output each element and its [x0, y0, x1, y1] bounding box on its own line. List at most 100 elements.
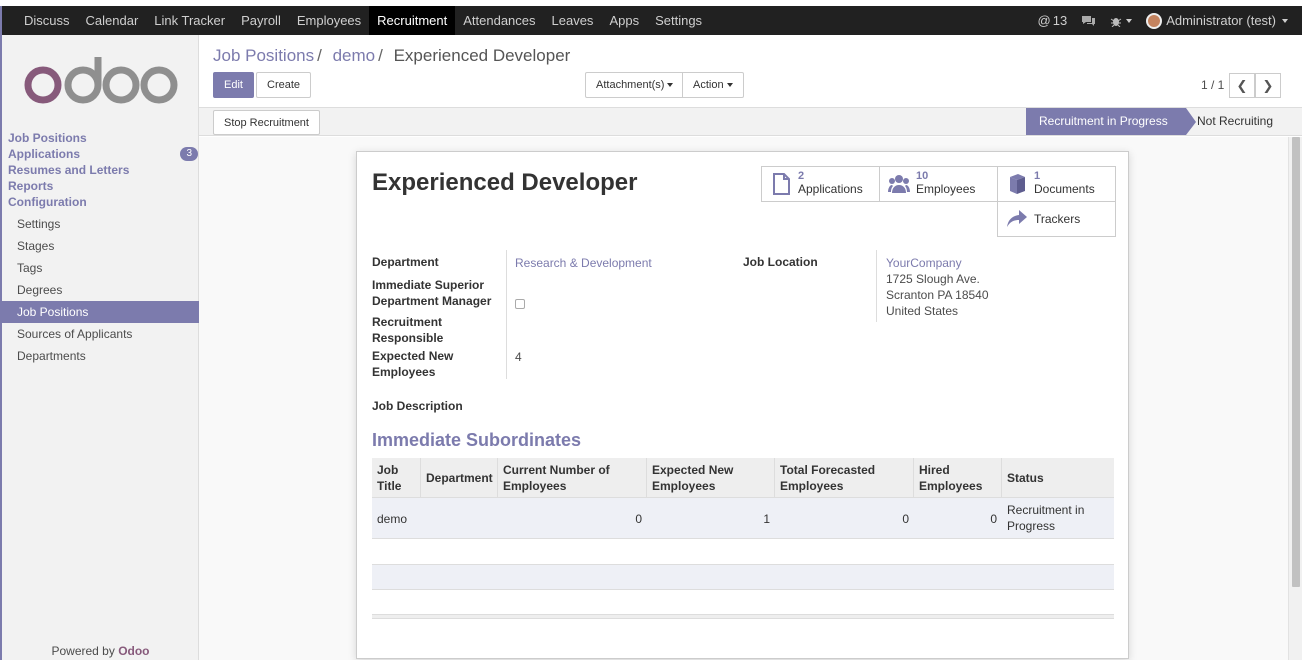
column-expected-employees[interactable]: Expected New Employees: [647, 458, 775, 498]
pager-value[interactable]: 1 / 1: [1201, 78, 1224, 92]
sidebar-item-stages[interactable]: Stages: [2, 235, 199, 257]
expected-value: 4: [515, 350, 522, 364]
menu-apps[interactable]: Apps: [601, 6, 647, 35]
table-row[interactable]: demo 0 1 0 0 Recruitment in Progress: [372, 498, 1114, 539]
applications-count-badge: 3: [180, 147, 198, 161]
user-menu[interactable]: Administrator (test): [1146, 12, 1288, 29]
trackers-smart-button[interactable]: Trackers: [997, 201, 1116, 237]
menu-leaves[interactable]: Leaves: [544, 6, 602, 35]
cell-job-title: demo: [377, 511, 408, 526]
book-icon: [1010, 174, 1025, 194]
form-sheet: Experienced Developer 2 Applications 10 …: [356, 151, 1129, 659]
sidebar-item-tags[interactable]: Tags: [2, 257, 199, 279]
menu-attendances[interactable]: Attendances: [455, 6, 543, 35]
powered-by-text: Powered by: [51, 644, 115, 658]
sidebar-item-resumes[interactable]: Resumes and Letters: [8, 162, 198, 178]
column-current-employees[interactable]: Current Number of Employees: [498, 458, 647, 498]
scrollbar-thumb[interactable]: [1292, 137, 1300, 587]
sidebar-item-departments[interactable]: Departments: [2, 345, 199, 367]
stop-recruitment-button[interactable]: Stop Recruitment: [213, 110, 320, 135]
applications-count: 2: [798, 170, 805, 182]
sidebar-main-menu: Job Positions Applications 3 Resumes and…: [8, 130, 198, 210]
sidebar-item-reports[interactable]: Reports: [8, 178, 198, 194]
menu-settings[interactable]: Settings: [647, 6, 710, 35]
menu-recruitment[interactable]: Recruitment: [369, 6, 456, 35]
employees-smart-button[interactable]: 10 Employees: [879, 166, 998, 202]
sidebar-item-sources[interactable]: Sources of Applicants: [2, 323, 199, 345]
breadcrumb-separator: /: [317, 46, 322, 65]
notifications-toggle[interactable]: @ 13: [1038, 13, 1068, 28]
stage-not-recruiting[interactable]: Not Recruiting: [1197, 108, 1273, 135]
sidebar-item-degrees[interactable]: Degrees: [2, 279, 199, 301]
menu-link-tracker[interactable]: Link Tracker: [146, 6, 233, 35]
column-job-title[interactable]: Job Title: [372, 458, 421, 498]
menu-discuss[interactable]: Discuss: [16, 6, 78, 35]
bug-icon: [1110, 17, 1122, 27]
messages-toggle[interactable]: [1081, 15, 1096, 27]
action-dropdown[interactable]: Action: [682, 72, 744, 98]
pager-previous-button[interactable]: ❮: [1229, 73, 1255, 98]
systray: @ 13 Administrator (test): [1038, 6, 1302, 35]
top-navbar: Discuss Calendar Link Tracker Payroll Em…: [0, 6, 1302, 35]
applications-label: Applications: [798, 182, 863, 196]
empty-row: [372, 565, 1114, 590]
attachments-label: Attachment(s): [596, 79, 665, 91]
superior-label: Immediate Superior Department Manager: [372, 278, 492, 308]
sidebar-item-config-job-positions[interactable]: Job Positions: [2, 301, 199, 323]
job-description-label: Job Description: [372, 399, 463, 413]
cell-department: [421, 498, 498, 539]
powered-by: Powered by Odoo: [2, 644, 199, 658]
field-divider: [506, 250, 507, 379]
table-header: Job Title Department Current Number of E…: [372, 458, 1114, 498]
column-total-forecasted[interactable]: Total Forecasted Employees: [775, 458, 914, 498]
form-view: Experienced Developer 2 Applications 10 …: [199, 137, 1288, 660]
file-icon: [773, 173, 790, 195]
vertical-scrollbar[interactable]: [1288, 137, 1302, 660]
column-hired-employees[interactable]: Hired Employees: [914, 458, 1002, 498]
breadcrumb-separator: /: [378, 46, 383, 65]
cell-hired-employees: 0: [990, 511, 997, 526]
cell-expected-employees: 1: [763, 511, 770, 526]
at-icon: @: [1037, 13, 1051, 28]
menu-payroll[interactable]: Payroll: [233, 6, 289, 35]
odoo-logo[interactable]: [24, 57, 178, 105]
powered-by-link[interactable]: Odoo: [118, 644, 149, 658]
trackers-label: Trackers: [1034, 212, 1081, 226]
employees-count: 10: [916, 170, 929, 182]
superior-checkbox[interactable]: [515, 299, 525, 309]
breadcrumb-demo[interactable]: demo: [333, 46, 376, 65]
breadcrumb: Job Positions / demo / Experienced Develop…: [213, 46, 570, 66]
documents-smart-button[interactable]: 1 Documents: [997, 166, 1116, 202]
attachments-dropdown[interactable]: Attachment(s): [585, 72, 685, 98]
empty-row: [372, 540, 1114, 565]
address-line-1: 1725 Slough Ave.: [886, 272, 980, 286]
create-button[interactable]: Create: [256, 72, 312, 98]
debug-toggle[interactable]: [1110, 15, 1133, 27]
chevron-down-icon: [726, 83, 733, 88]
sidebar-item-configuration[interactable]: Configuration: [8, 194, 198, 210]
stage-recruitment-in-progress[interactable]: Recruitment in Progress: [1026, 108, 1196, 135]
column-status[interactable]: Status: [1002, 458, 1114, 498]
menu-calendar[interactable]: Calendar: [78, 6, 147, 35]
address-line-2: Scranton PA 18540: [886, 288, 989, 302]
sidebar: Job Positions Applications 3 Resumes and…: [0, 35, 199, 660]
edit-button[interactable]: Edit: [213, 72, 254, 98]
column-department[interactable]: Department: [421, 458, 498, 498]
sidebar-item-settings[interactable]: Settings: [2, 213, 199, 235]
breadcrumb-current: Experienced Developer: [393, 46, 571, 65]
sidebar-item-applications[interactable]: Applications 3: [8, 146, 198, 162]
job-location-label: Job Location: [743, 255, 818, 269]
applications-smart-button[interactable]: 2 Applications: [761, 166, 880, 202]
documents-label: Documents: [1034, 182, 1095, 196]
employees-label: Employees: [916, 182, 976, 196]
subordinates-title: Immediate Subordinates: [372, 430, 582, 450]
form-statusbar: Stop Recruitment Recruitment in Progress…: [199, 107, 1302, 136]
company-link[interactable]: YourCompany: [886, 255, 962, 271]
pager-next-button[interactable]: ❯: [1255, 73, 1281, 98]
menu-employees[interactable]: Employees: [289, 6, 369, 35]
department-value[interactable]: Research & Development: [515, 255, 652, 271]
breadcrumb-job-positions[interactable]: Job Positions: [213, 46, 314, 65]
sidebar-item-job-positions[interactable]: Job Positions: [8, 130, 198, 146]
chat-icon: [1082, 15, 1096, 26]
share-icon: [1007, 210, 1027, 227]
